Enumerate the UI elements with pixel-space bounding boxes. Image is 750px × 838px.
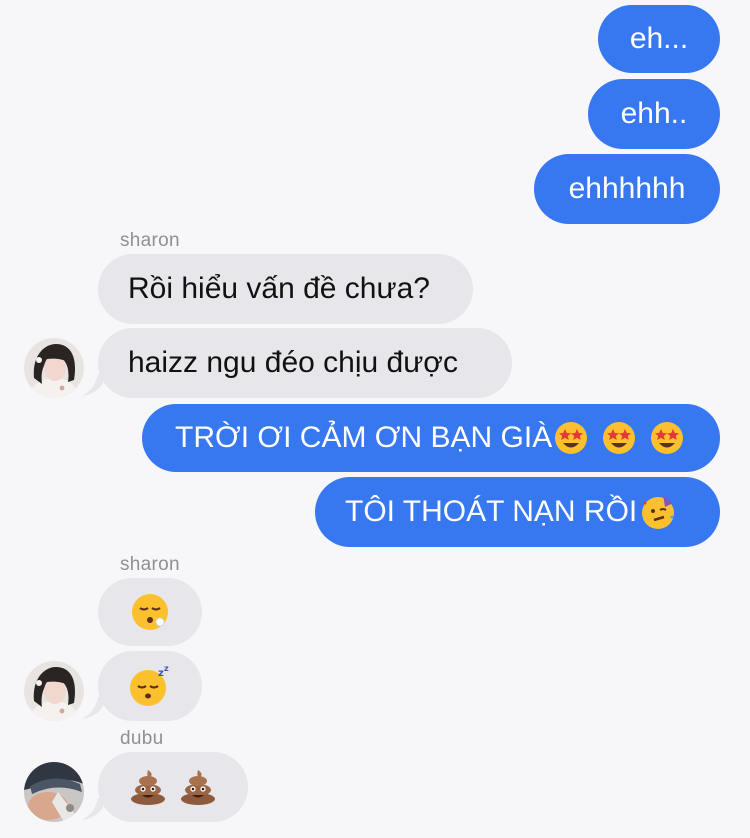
star-struck-emoji <box>603 422 636 454</box>
avatar[interactable] <box>24 338 84 398</box>
avatar-image <box>24 338 84 398</box>
message-bubble-outgoing[interactable]: TÔI THOÁT NẠN RỒI <box>315 477 720 547</box>
pile-of-poo-emoji <box>131 770 165 805</box>
avatar-image <box>24 762 84 822</box>
sender-name: sharon <box>120 230 180 251</box>
message-bubble-incoming[interactable] <box>98 578 202 646</box>
message-bubble-outgoing[interactable]: eh... <box>598 5 720 73</box>
message-bubble-incoming[interactable]: Rồi hiểu vấn đề chưa? <box>98 254 473 324</box>
sender-name: dubu <box>120 728 164 749</box>
sleeping-face-emoji: z z <box>130 664 169 706</box>
svg-text:z: z <box>164 664 169 673</box>
message-text: ehh.. <box>620 97 688 130</box>
message-text: eh... <box>629 22 689 55</box>
message-bubble-outgoing[interactable]: ehhhhhh <box>534 154 720 224</box>
message-bubble-incoming[interactable] <box>98 752 248 822</box>
sender-name: sharon <box>120 554 180 575</box>
avatar-image <box>24 661 84 721</box>
message-text: haizz ngu đéo chịu được <box>128 346 458 379</box>
message-text: TRỜI ƠI CẢM ƠN BẠN GIÀ <box>175 421 553 454</box>
chat-thread: eh... ehh.. ehhhhhh sharon Rồi hiểu vấn … <box>0 0 750 838</box>
message-text: ehhhhhh <box>568 172 686 205</box>
message-bubble-incoming[interactable]: haizz ngu đéo chịu được <box>98 328 512 398</box>
face-exhaling-emoji <box>132 594 168 630</box>
star-struck-emoji <box>651 422 684 454</box>
star-struck-emoji <box>555 422 588 454</box>
bubble-tail <box>82 798 106 820</box>
message-text: TÔI THOÁT NẠN RỒI <box>345 495 638 528</box>
message-bubble-outgoing[interactable]: TRỜI ƠI CẢM ƠN BẠN GIÀ <box>142 404 720 472</box>
message-bubble-outgoing[interactable]: ehh.. <box>588 79 720 149</box>
bubble-tail <box>82 697 106 719</box>
avatar[interactable] <box>24 661 84 721</box>
partying-face-emoji <box>642 495 675 529</box>
message-bubble-incoming[interactable]: z z <box>98 651 202 721</box>
bubble-tail <box>82 374 106 396</box>
avatar[interactable] <box>24 762 84 822</box>
message-text: Rồi hiểu vấn đề chưa? <box>128 272 430 305</box>
pile-of-poo-emoji <box>181 770 215 805</box>
